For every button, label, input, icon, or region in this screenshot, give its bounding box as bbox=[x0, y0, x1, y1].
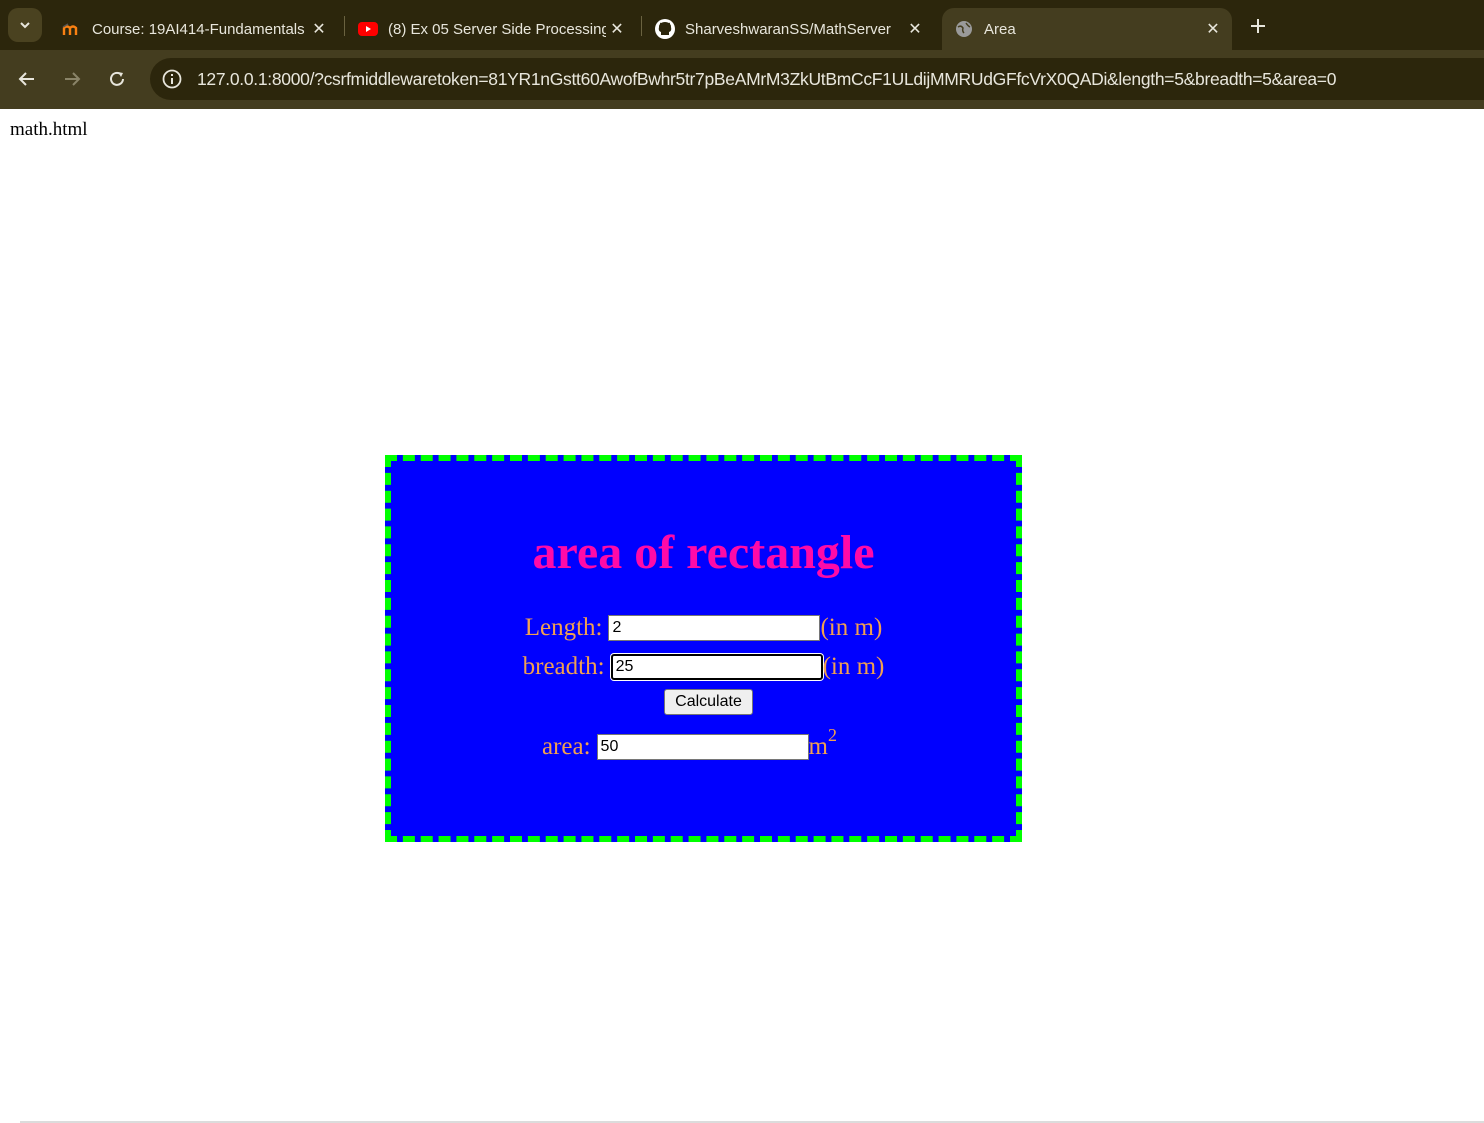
tab-title: Area bbox=[984, 20, 1016, 38]
new-tab-button[interactable] bbox=[1244, 12, 1272, 40]
tab-divider bbox=[344, 16, 345, 36]
plus-icon bbox=[1251, 19, 1265, 33]
tab-title: (8) Ex 05 Server Side Processing bbox=[388, 20, 606, 38]
area-unit-exponent: 2 bbox=[828, 724, 837, 745]
area-unit: m2 bbox=[808, 726, 837, 761]
tab-youtube[interactable]: (8) Ex 05 Server Side Processing ✕ bbox=[352, 8, 634, 50]
tab-github[interactable]: SharveshwaranSS/MathServer ✕ bbox=[650, 8, 932, 50]
arrow-left-icon bbox=[18, 72, 34, 86]
tab-divider bbox=[641, 16, 642, 36]
site-info-icon[interactable] bbox=[160, 67, 184, 91]
close-icon[interactable]: ✕ bbox=[904, 18, 926, 40]
github-icon bbox=[655, 19, 675, 39]
calculate-button[interactable]: Calculate bbox=[664, 689, 753, 715]
address-bar[interactable]: 127.0.0.1:8000/?csrfmiddlewaretoken=81YR… bbox=[150, 58, 1484, 100]
area-output[interactable] bbox=[596, 734, 809, 760]
forward-button[interactable] bbox=[57, 64, 87, 94]
tab-course[interactable]: Course: 19AI414-Fundamentals ✕ bbox=[56, 8, 336, 50]
close-icon[interactable]: ✕ bbox=[606, 18, 628, 40]
globe-icon bbox=[954, 19, 974, 39]
tab-title: Course: 19AI414-Fundamentals bbox=[92, 20, 305, 38]
back-button[interactable] bbox=[12, 64, 42, 94]
close-icon[interactable]: ✕ bbox=[308, 18, 330, 40]
tab-title: SharveshwaranSS/MathServer bbox=[685, 20, 891, 38]
area-calculator-card: area of rectangle Length: (in m) breadth… bbox=[385, 455, 1022, 842]
breadth-unit: (in m) bbox=[822, 653, 885, 680]
url-text: 127.0.0.1:8000/?csrfmiddlewaretoken=81YR… bbox=[197, 68, 1337, 89]
tab-search-button[interactable] bbox=[8, 8, 42, 42]
reload-button[interactable] bbox=[102, 64, 132, 94]
page-title: area of rectangle bbox=[532, 526, 875, 579]
breadth-label: breadth: bbox=[522, 653, 605, 680]
length-input[interactable] bbox=[608, 615, 821, 641]
length-row: Length: (in m) bbox=[391, 614, 1016, 642]
tab-strip: Course: 19AI414-Fundamentals ✕ (8) Ex 05… bbox=[0, 0, 1484, 50]
area-unit-base: m bbox=[808, 733, 828, 760]
moodle-icon bbox=[62, 19, 82, 39]
area-row: area: m2 bbox=[391, 726, 1016, 761]
arrow-right-icon bbox=[65, 72, 81, 86]
length-label: Length: bbox=[524, 614, 603, 641]
page-filename-label: math.html bbox=[10, 119, 88, 140]
area-label: area: bbox=[541, 733, 591, 760]
close-icon[interactable]: ✕ bbox=[1202, 18, 1224, 40]
breadth-row: breadth: (in m) bbox=[391, 653, 1016, 681]
reload-icon bbox=[110, 71, 124, 86]
breadth-input[interactable] bbox=[610, 654, 823, 680]
tab-area-active[interactable]: Area ✕ bbox=[942, 8, 1232, 50]
youtube-icon bbox=[358, 19, 378, 39]
chevron-down-icon bbox=[20, 22, 30, 29]
length-unit: (in m) bbox=[820, 614, 883, 641]
browser-toolbar: 127.0.0.1:8000/?csrfmiddlewaretoken=81YR… bbox=[0, 50, 1484, 109]
